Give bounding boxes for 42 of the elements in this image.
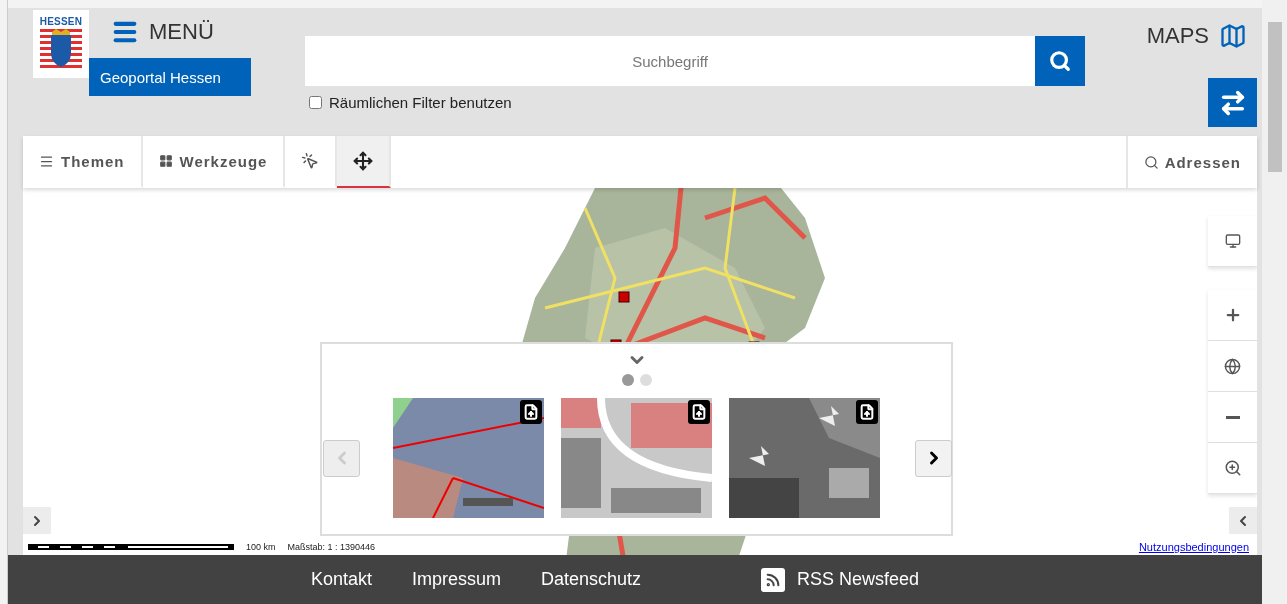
file-upload-icon[interactable] (856, 400, 878, 424)
scrollbar[interactable] (1262, 0, 1287, 604)
zoom-rectangle-button[interactable] (1208, 443, 1257, 494)
pointer-icon (301, 152, 320, 170)
menu-icon (39, 153, 54, 169)
toolbar-tab[interactable]: Werkzeuge (142, 136, 286, 188)
filter-checkbox[interactable] (309, 96, 322, 109)
footer-link[interactable]: Impressum (411, 569, 501, 590)
expand-left-button[interactable] (23, 507, 51, 534)
globe-button[interactable] (1208, 341, 1257, 392)
footer-link[interactable]: Datenschutz (540, 569, 642, 590)
search-icon (1049, 50, 1071, 72)
scale-distance: 100 km (246, 542, 276, 552)
grid-icon (158, 154, 173, 168)
minus-icon (1225, 415, 1240, 419)
menu-button[interactable]: MENÜ (111, 18, 214, 46)
logo: HESSEN (33, 10, 89, 78)
search-icon (1143, 154, 1159, 170)
rss-icon (761, 567, 786, 592)
filter-label: Räumlichen Filter benutzen (329, 94, 512, 111)
footer-link[interactable]: Kontakt (310, 569, 372, 590)
address-button[interactable]: Adressen (1125, 136, 1257, 188)
next-button[interactable] (915, 439, 952, 477)
globe-icon (1224, 357, 1241, 375)
search-button[interactable] (1035, 36, 1085, 86)
move-icon (353, 151, 374, 171)
swap-button[interactable] (1208, 78, 1257, 127)
brand-bar[interactable]: Geoportal Hessen (89, 58, 251, 96)
maps-link[interactable]: MAPS (1146, 22, 1247, 50)
fullscreen-button[interactable] (1208, 216, 1257, 267)
search-field[interactable]: Suchbegriff (305, 36, 1035, 86)
scrollbar-thumb[interactable] (1267, 22, 1282, 172)
toolbar-icon-button[interactable] (337, 136, 392, 188)
magnifier-plus-icon (1223, 459, 1242, 477)
footer-link[interactable]: RSS Newsfeed (761, 567, 920, 592)
terms-link[interactable]: Nutzungsbedingungen (1138, 541, 1249, 553)
expand-right-button[interactable] (1229, 507, 1257, 534)
monitor-icon (1224, 233, 1241, 249)
map-icon (1219, 22, 1247, 50)
scale-ratio: Maßstab: 1 : 1390446 (287, 542, 376, 552)
coat-of-arms-icon (40, 29, 82, 69)
toolbar-tab[interactable]: Themen (23, 136, 143, 188)
